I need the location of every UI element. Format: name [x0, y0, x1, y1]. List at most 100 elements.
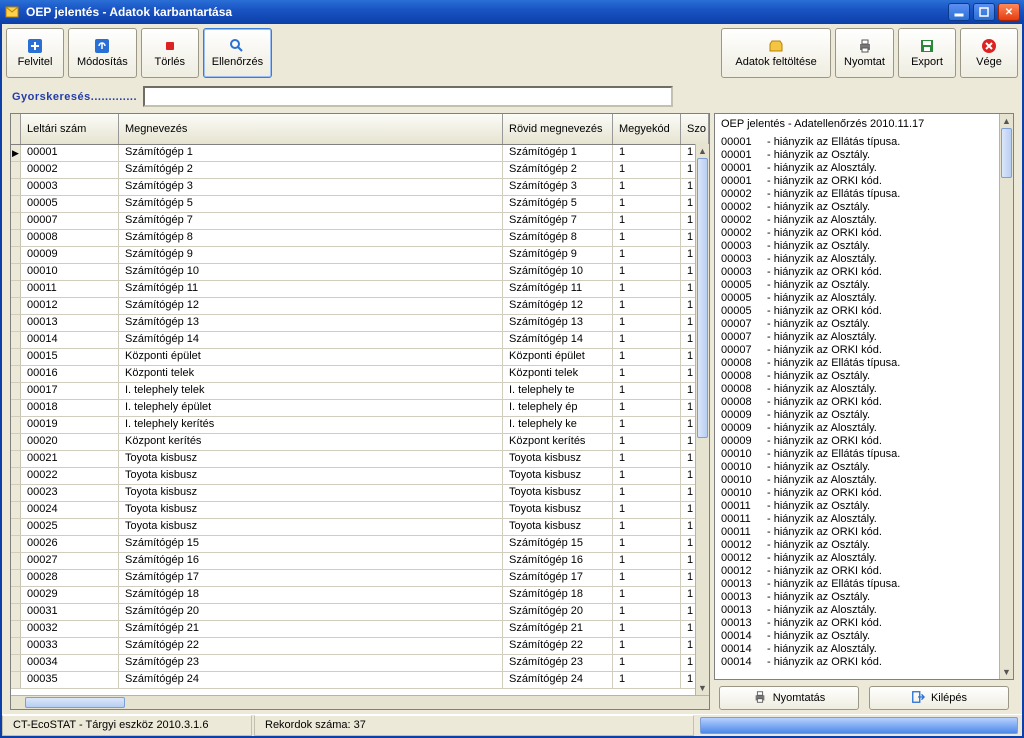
- log-line: 00014- hiányzik az ORKI kód.: [717, 656, 1011, 669]
- table-row[interactable]: 00035Számítógép 24Számítógép 2411: [11, 672, 709, 689]
- table-row[interactable]: 00018I. telephely épületI. telephely ép1…: [11, 400, 709, 417]
- torles-button[interactable]: Törlés: [141, 28, 199, 78]
- row-indicator-icon: [11, 417, 21, 433]
- cell-rovid: Számítógép 1: [503, 145, 613, 161]
- log-line-id: 00002: [717, 188, 767, 201]
- cell-rovid: Számítógép 12: [503, 298, 613, 314]
- log-line-msg: - hiányzik az Alosztály.: [767, 513, 1011, 526]
- table-row[interactable]: 00027Számítógép 16Számítógép 1611: [11, 553, 709, 570]
- scrollbar-up-arrow-icon[interactable]: ▲: [696, 144, 709, 158]
- table-row[interactable]: 00002Számítógép 2Számítógép 211: [11, 162, 709, 179]
- grid-hscrollbar[interactable]: [11, 695, 709, 709]
- cell-megnevezes: I. telephely kerítés: [119, 417, 503, 433]
- cell-rovid: Toyota kisbusz: [503, 468, 613, 484]
- table-row[interactable]: 00005Számítógép 5Számítógép 511: [11, 196, 709, 213]
- log-line: 00001- hiányzik az Osztály.: [717, 149, 1011, 162]
- table-row[interactable]: 00017I. telephely telekI. telephely te11: [11, 383, 709, 400]
- row-indicator-icon: [11, 434, 21, 450]
- data-grid: Leltári szám Megnevezés Rövid megnevezés…: [10, 113, 710, 710]
- log-print-button[interactable]: Nyomtatás: [719, 686, 859, 710]
- table-row[interactable]: ▶00001Számítógép 1Számítógép 111: [11, 145, 709, 162]
- table-row[interactable]: 00016Központi telekKözponti telek11: [11, 366, 709, 383]
- felvitel-button[interactable]: Felvitel: [6, 28, 64, 78]
- modositas-label: Módosítás: [77, 56, 128, 68]
- log-line-id: 00010: [717, 487, 767, 500]
- log-line-msg: - hiányzik az Ellátás típusa.: [767, 136, 1011, 149]
- adatok-feltoltese-button[interactable]: Adatok feltöltése: [721, 28, 831, 78]
- titlebar: OEP jelentés - Adatok karbantartása ✕: [0, 0, 1024, 24]
- cell-rovid: Számítógép 20: [503, 604, 613, 620]
- cell-megyekod: 1: [613, 332, 681, 348]
- log-exit-button[interactable]: Kilépés: [869, 686, 1009, 710]
- log-line-msg: - hiányzik az Alosztály.: [767, 253, 1011, 266]
- col-header-megnevezes[interactable]: Megnevezés: [119, 114, 503, 144]
- cell-rovid: Számítógép 23: [503, 655, 613, 671]
- table-row[interactable]: 00020Központ kerítésKözpont kerítés11: [11, 434, 709, 451]
- table-row[interactable]: 00019I. telephely kerítésI. telephely ke…: [11, 417, 709, 434]
- table-row[interactable]: 00032Számítógép 21Számítógép 2111: [11, 621, 709, 638]
- hscrollbar-thumb[interactable]: [25, 697, 125, 708]
- log-vscrollbar[interactable]: ▲ ▼: [999, 114, 1013, 679]
- cell-megnevezes: Számítógép 16: [119, 553, 503, 569]
- cell-leltari: 00002: [21, 162, 119, 178]
- modositas-button[interactable]: Módosítás: [68, 28, 137, 78]
- scrollbar-down-arrow-icon[interactable]: ▼: [696, 681, 709, 695]
- table-row[interactable]: 00031Számítógép 20Számítógép 2011: [11, 604, 709, 621]
- quicksearch-input[interactable]: [143, 86, 673, 107]
- log-scroll-down-icon[interactable]: ▼: [1000, 665, 1013, 679]
- cell-rovid: Számítógép 22: [503, 638, 613, 654]
- minimize-button[interactable]: [948, 3, 970, 21]
- log-line-msg: - hiányzik az Ellátás típusa.: [767, 188, 1011, 201]
- table-row[interactable]: 00021Toyota kisbuszToyota kisbusz11: [11, 451, 709, 468]
- nyomtat-button[interactable]: Nyomtat: [835, 28, 894, 78]
- row-indicator-icon: [11, 621, 21, 637]
- log-scroll-up-icon[interactable]: ▲: [1000, 114, 1013, 128]
- table-row[interactable]: 00026Számítógép 15Számítógép 1511: [11, 536, 709, 553]
- col-header-megyekod[interactable]: Megyekód: [613, 114, 681, 144]
- log-line: 00003- hiányzik az Alosztály.: [717, 253, 1011, 266]
- export-button[interactable]: Export: [898, 28, 956, 78]
- row-indicator-icon: [11, 400, 21, 416]
- col-header-szo[interactable]: Szo: [681, 114, 709, 144]
- table-row[interactable]: 00028Számítógép 17Számítógép 1711: [11, 570, 709, 587]
- table-row[interactable]: 00013Számítógép 13Számítógép 1311: [11, 315, 709, 332]
- table-row[interactable]: 00003Számítógép 3Számítógép 311: [11, 179, 709, 196]
- vege-button[interactable]: Vége: [960, 28, 1018, 78]
- table-row[interactable]: 00011Számítógép 11Számítógép 1111: [11, 281, 709, 298]
- table-row[interactable]: 00029Számítógép 18Számítógép 1811: [11, 587, 709, 604]
- plus-icon: [27, 38, 43, 54]
- log-line: 00007- hiányzik az Osztály.: [717, 318, 1011, 331]
- table-row[interactable]: 00015Központi épületKözponti épület11: [11, 349, 709, 366]
- table-row[interactable]: 00024Toyota kisbuszToyota kisbusz11: [11, 502, 709, 519]
- maximize-button[interactable]: [973, 3, 995, 21]
- quicksearch-row: Gyorskeresés.............: [2, 82, 1022, 113]
- table-row[interactable]: 00022Toyota kisbuszToyota kisbusz11: [11, 468, 709, 485]
- table-row[interactable]: 00010Számítógép 10Számítógép 1011: [11, 264, 709, 281]
- close-button[interactable]: ✕: [998, 3, 1020, 21]
- log-line-id: 00001: [717, 136, 767, 149]
- table-row[interactable]: 00007Számítógép 7Számítógép 711: [11, 213, 709, 230]
- log-line-msg: - hiányzik az Alosztály.: [767, 162, 1011, 175]
- cell-megyekod: 1: [613, 366, 681, 382]
- cell-leltari: 00008: [21, 230, 119, 246]
- log-line-msg: - hiányzik az Osztály.: [767, 500, 1011, 513]
- table-row[interactable]: 00014Számítógép 14Számítógép 1411: [11, 332, 709, 349]
- grid-vscrollbar[interactable]: ▲ ▼: [695, 144, 709, 695]
- col-header-leltari[interactable]: Leltári szám: [21, 114, 119, 144]
- cell-megnevezes: Toyota kisbusz: [119, 451, 503, 467]
- table-row[interactable]: 00008Számítógép 8Számítógép 811: [11, 230, 709, 247]
- table-row[interactable]: 00012Számítógép 12Számítógép 1211: [11, 298, 709, 315]
- save-icon: [919, 38, 935, 54]
- scrollbar-thumb[interactable]: [697, 158, 708, 438]
- table-row[interactable]: 00025Toyota kisbuszToyota kisbusz11: [11, 519, 709, 536]
- table-row[interactable]: 00023Toyota kisbuszToyota kisbusz11: [11, 485, 709, 502]
- ellenorzes-button[interactable]: Ellenőrzés: [203, 28, 272, 78]
- log-line: 00002- hiányzik az Osztály.: [717, 201, 1011, 214]
- table-row[interactable]: 00033Számítógép 22Számítógép 2211: [11, 638, 709, 655]
- cell-megyekod: 1: [613, 451, 681, 467]
- table-row[interactable]: 00034Számítógép 23Számítógép 2311: [11, 655, 709, 672]
- cell-megyekod: 1: [613, 672, 681, 688]
- table-row[interactable]: 00009Számítógép 9Számítógép 911: [11, 247, 709, 264]
- col-header-rovid[interactable]: Rövid megnevezés: [503, 114, 613, 144]
- log-scroll-thumb[interactable]: [1001, 128, 1012, 178]
